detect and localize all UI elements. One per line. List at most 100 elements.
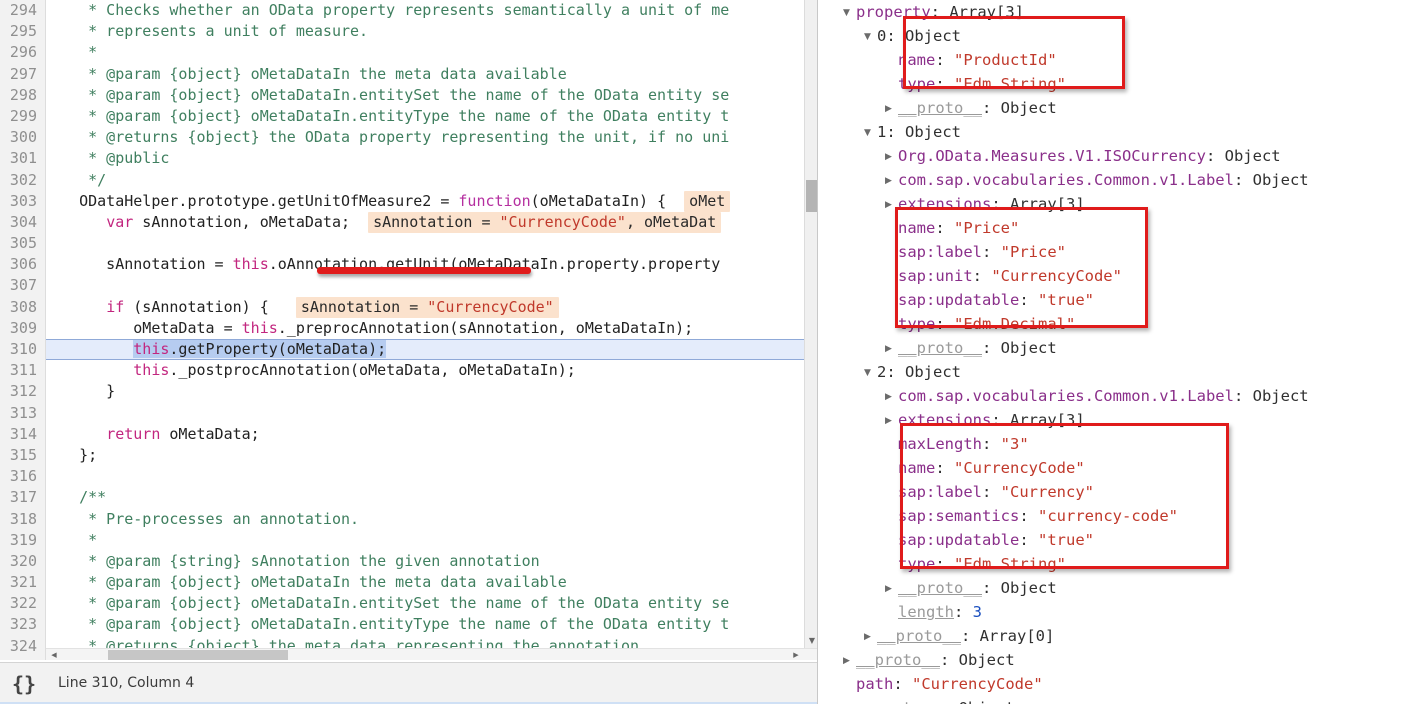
- code-viewport[interactable]: * Checks whether an OData property repre…: [46, 0, 804, 648]
- tree-row[interactable]: sap:semantics: "currency-code": [819, 504, 1409, 528]
- tree-spacer-icon: [885, 433, 896, 457]
- tree-row-separator: :: [982, 579, 1001, 597]
- editor-horizontal-scrollbar[interactable]: ◀ ▶: [46, 648, 817, 660]
- chevron-right-icon[interactable]: ▶: [885, 385, 896, 409]
- tree-row-key: type: [898, 315, 936, 333]
- code-line[interactable]: return oMetaData;: [46, 424, 804, 445]
- tree-row[interactable]: ▶__proto__: Object: [819, 96, 1409, 120]
- code-line[interactable]: * represents a unit of measure.: [46, 21, 804, 42]
- tree-row[interactable]: sap:label: "Currency": [819, 480, 1409, 504]
- tree-row[interactable]: sap:updatable: "true": [819, 288, 1409, 312]
- code-line[interactable]: * @param {object} oMetaDataIn the meta d…: [46, 64, 804, 85]
- code-line[interactable]: [46, 275, 804, 296]
- tree-row[interactable]: name: "Price": [819, 216, 1409, 240]
- format-braces-icon[interactable]: {}: [12, 672, 36, 696]
- line-number: 306: [9, 255, 37, 274]
- tree-row[interactable]: ▶ com.sap.vocabularies.Common.v1.Label: O…: [819, 384, 1409, 408]
- tree-row-value: "CurrencyCode": [991, 267, 1122, 285]
- tree-row-separator: :: [982, 483, 1001, 501]
- chevron-down-icon[interactable]: ▼: [864, 121, 875, 145]
- tree-row[interactable]: ▶ extensions: Array[3]: [819, 192, 1409, 216]
- code-line[interactable]: * @param {string} sAnnotation the given …: [46, 551, 804, 572]
- tree-row[interactable]: ▼ property: Array[3]: [819, 0, 1409, 24]
- code-line[interactable]: * @param {object} oMetaDataIn.entityType…: [46, 614, 804, 635]
- code-line[interactable]: [46, 403, 804, 424]
- code-line[interactable]: * @param {object} oMetaDataIn.entityType…: [46, 106, 804, 127]
- tree-row-value: "3": [1000, 435, 1029, 453]
- tree-row-separator: :: [991, 195, 1010, 213]
- code-line[interactable]: * @param {object} oMetaDataIn.entitySet …: [46, 593, 804, 614]
- code-line[interactable]: this._postprocAnnotation(oMetaData, oMet…: [46, 360, 804, 381]
- chevron-right-icon[interactable]: ▶: [864, 625, 875, 649]
- code-line[interactable]: if (sAnnotation) { sAnnotation = "Curren…: [46, 296, 804, 318]
- tree-row[interactable]: ▶ __proto__: Array[0]: [819, 624, 1409, 648]
- code-line[interactable]: }: [46, 381, 804, 402]
- chevron-right-icon[interactable]: ▶: [885, 97, 896, 121]
- code-line[interactable]: *: [46, 530, 804, 551]
- tree-row[interactable]: sap:updatable: "true": [819, 528, 1409, 552]
- editor-horizontal-scrollbar-thumb[interactable]: [108, 650, 288, 660]
- code-line[interactable]: * @returns {object} the OData property r…: [46, 127, 804, 148]
- chevron-right-icon[interactable]: ▶: [843, 649, 854, 673]
- tree-row[interactable]: path: "CurrencyCode": [819, 672, 1409, 696]
- tree-row[interactable]: ▶ Org.OData.Measures.V1.ISOCurrency: Obje…: [819, 144, 1409, 168]
- code-line[interactable]: [46, 466, 804, 487]
- code-area[interactable]: 294 295 296 297 298 299 300 301 302 303 304 305 306 3…: [0, 0, 817, 660]
- code-line[interactable]: */: [46, 170, 804, 191]
- code-line[interactable]: [46, 233, 804, 254]
- chevron-right-icon[interactable]: ▶: [885, 409, 896, 433]
- tree-row-key: __proto__: [898, 579, 982, 597]
- tree-row-key: com.sap.vocabularies.Common.v1.Label: [898, 387, 1234, 405]
- tree-row[interactable]: sap:label: "Price": [819, 240, 1409, 264]
- chevron-right-icon[interactable]: ▶: [885, 169, 896, 193]
- code-line[interactable]: *: [46, 42, 804, 63]
- code-line[interactable]: var sAnnotation, oMetaData; sAnnotation …: [46, 211, 804, 233]
- object-inspector-pane[interactable]: ▼ property: Array[3] ▼ 0: Object name: "Pro…: [819, 0, 1409, 704]
- chevron-down-icon[interactable]: ▼: [843, 1, 854, 25]
- tree-row[interactable]: ▼ 1: Object: [819, 120, 1409, 144]
- tree-row[interactable]: name: "ProductId": [819, 48, 1409, 72]
- tree-row-separator: :: [886, 123, 906, 141]
- tree-row[interactable]: name: "CurrencyCode": [819, 456, 1409, 480]
- editor-vertical-scrollbar-thumb[interactable]: [806, 180, 817, 212]
- code-line[interactable]: /**: [46, 487, 804, 508]
- chevron-down-icon[interactable]: ▼: [864, 25, 875, 49]
- chevron-right-icon[interactable]: ▶: [885, 577, 896, 601]
- code-line-current[interactable]: this.getProperty(oMetaData);: [46, 339, 804, 361]
- editor-vertical-scrollbar[interactable]: ▼: [804, 0, 817, 648]
- tree-row-value: "ProductId": [954, 51, 1057, 69]
- code-line[interactable]: * @public: [46, 148, 804, 169]
- tree-row[interactable]: ▶__proto__: Object: [819, 576, 1409, 600]
- code-line[interactable]: * @param {object} oMetaDataIn.entitySet …: [46, 85, 804, 106]
- code-line[interactable]: oMetaData = this._preprocAnnotation(sAnn…: [46, 318, 804, 339]
- tree-row[interactable]: type: "Edm.String": [819, 72, 1409, 96]
- scroll-down-arrow-icon[interactable]: ▼: [805, 634, 817, 648]
- tree-row[interactable]: ▼ 0: Object: [819, 24, 1409, 48]
- tree-row[interactable]: ▶ com.sap.vocabularies.Common.v1.Label: O…: [819, 168, 1409, 192]
- code-line[interactable]: * Checks whether an OData property repre…: [46, 0, 804, 21]
- line-number: 319: [9, 530, 37, 549]
- code-line[interactable]: * Pre-processes an annotation.: [46, 509, 804, 530]
- tree-row[interactable]: maxLength: "3": [819, 432, 1409, 456]
- tree-row[interactable]: ▶__proto__: Object: [819, 696, 1409, 704]
- scroll-left-arrow-icon[interactable]: ◀: [48, 649, 60, 660]
- scroll-right-arrow-icon[interactable]: ▶: [790, 649, 802, 660]
- code-line[interactable]: * @param {object} oMetaDataIn the meta d…: [46, 572, 804, 593]
- chevron-right-icon[interactable]: ▶: [885, 145, 896, 169]
- tree-row[interactable]: ▼ 2: Object: [819, 360, 1409, 384]
- code-line[interactable]: ODataHelper.prototype.getUnitOfMeasure2 …: [46, 190, 804, 212]
- tree-row[interactable]: sap:unit: "CurrencyCode": [819, 264, 1409, 288]
- tree-row-value: "CurrencyCode": [954, 459, 1085, 477]
- tree-row[interactable]: ▶__proto__: Object: [819, 336, 1409, 360]
- tree-row[interactable]: type: "Edm.String": [819, 552, 1409, 576]
- code-line[interactable]: * @returns {object} the meta data repres…: [46, 636, 804, 648]
- chevron-right-icon[interactable]: ▶: [843, 697, 854, 704]
- code-line[interactable]: };: [46, 445, 804, 466]
- chevron-down-icon[interactable]: ▼: [864, 361, 875, 385]
- tree-row[interactable]: type: "Edm.Decimal": [819, 312, 1409, 336]
- tree-row[interactable]: ▶ extensions: Array[3]: [819, 408, 1409, 432]
- tree-row[interactable]: ▶__proto__: Object: [819, 648, 1409, 672]
- tree-row[interactable]: length: 3: [819, 600, 1409, 624]
- chevron-right-icon[interactable]: ▶: [885, 337, 896, 361]
- chevron-right-icon[interactable]: ▶: [885, 193, 896, 217]
